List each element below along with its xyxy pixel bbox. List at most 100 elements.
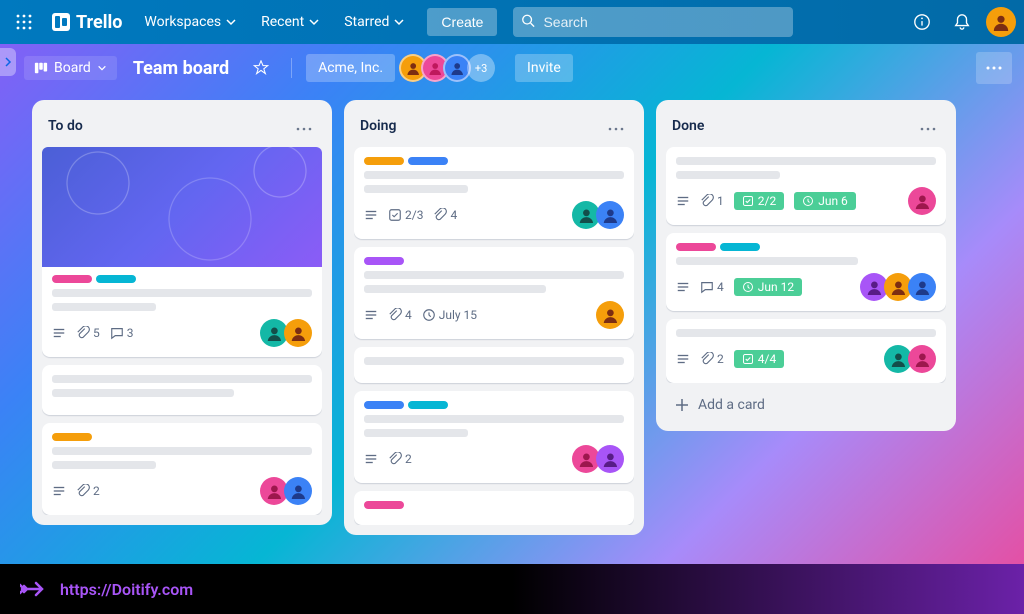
card-member-avatar[interactable] [908, 273, 936, 301]
attachment-badge: 5 [76, 326, 100, 340]
attachment-badge: 4 [388, 308, 412, 322]
description-icon [364, 452, 378, 466]
due-date-complete-badge: Jun 6 [794, 192, 856, 210]
board-view-switcher[interactable]: Board [24, 56, 117, 80]
card-label-cyan[interactable] [96, 275, 136, 283]
create-button[interactable]: Create [427, 8, 497, 36]
list-menu-button[interactable] [292, 112, 316, 139]
list-title[interactable]: Doing [360, 118, 396, 134]
plus-icon [674, 397, 690, 413]
card[interactable]: 2 [354, 391, 634, 483]
attachment-badge: 2 [700, 352, 724, 366]
card[interactable] [354, 491, 634, 525]
nav-starred[interactable]: Starred [334, 8, 415, 36]
search-icon [521, 13, 535, 32]
footer-url: https://Doitify.com [60, 580, 193, 599]
list-menu-button[interactable] [604, 112, 628, 139]
invite-button[interactable]: Invite [515, 54, 573, 82]
card-member-avatar[interactable] [284, 319, 312, 347]
board-header: Board Team board Acme, Inc. +3 Invite [0, 44, 1024, 92]
attachment-badge: 4 [433, 208, 457, 222]
card[interactable]: 2 [42, 423, 322, 515]
chevron-down-icon [225, 16, 237, 28]
chevron-down-icon [393, 16, 405, 28]
card-label-cyan[interactable] [720, 243, 760, 251]
card[interactable]: 4 Jun 12 [666, 233, 946, 311]
description-icon [676, 352, 690, 366]
board-view-label: Board [54, 60, 91, 76]
board-canvas: To do 5 3 [0, 92, 1024, 564]
card[interactable]: 2/3 4 [354, 147, 634, 239]
due-date-badge: July 15 [422, 308, 477, 322]
card-label-pink[interactable] [52, 275, 92, 283]
card-label-yellow[interactable] [364, 157, 404, 165]
workspace-button[interactable]: Acme, Inc. [306, 54, 395, 82]
card[interactable]: 4 July 15 [354, 247, 634, 339]
notifications-icon[interactable] [946, 6, 978, 38]
list-menu-button[interactable] [916, 112, 940, 139]
star-board-button[interactable] [245, 52, 277, 84]
card-label-pink[interactable] [676, 243, 716, 251]
card[interactable]: 1 2/2 Jun 6 [666, 147, 946, 225]
list-todo: To do 5 3 [32, 100, 332, 525]
description-icon [676, 194, 690, 208]
attachment-badge: 1 [700, 194, 724, 208]
card-cover [42, 147, 322, 267]
board-title[interactable]: Team board [127, 58, 235, 79]
card-member-avatar[interactable] [596, 445, 624, 473]
nav-workspaces[interactable]: Workspaces [134, 8, 247, 36]
board-menu-button[interactable] [976, 52, 1012, 84]
card-member-avatar[interactable] [908, 187, 936, 215]
nav-workspaces-label: Workspaces [144, 14, 221, 30]
more-members-count[interactable]: +3 [467, 54, 495, 82]
card-member-avatar[interactable] [596, 201, 624, 229]
attachment-badge: 2 [76, 484, 100, 498]
trello-logo-icon [52, 13, 70, 31]
description-icon [364, 208, 378, 222]
footer-arrow-icon [20, 579, 48, 599]
checklist-complete-badge: 4/4 [734, 350, 784, 368]
card-label-cyan[interactable] [408, 401, 448, 409]
nav-recent[interactable]: Recent [251, 8, 330, 36]
card[interactable] [42, 365, 322, 415]
card[interactable]: 2 4/4 [666, 319, 946, 383]
chevron-down-icon [308, 16, 320, 28]
card-member-avatar[interactable] [908, 345, 936, 373]
card-label-pink[interactable] [364, 501, 404, 509]
due-date-complete-badge: Jun 12 [734, 278, 802, 296]
comments-badge: 4 [700, 280, 724, 294]
description-icon [364, 308, 378, 322]
card[interactable] [354, 347, 634, 383]
description-icon [52, 484, 66, 498]
card-label-blue[interactable] [364, 401, 404, 409]
list-doing: Doing 2/3 4 [344, 100, 644, 535]
add-card-label: Add a card [698, 397, 765, 413]
board-icon [34, 61, 48, 75]
list-done: Done 1 2/2 Jun 6 [656, 100, 956, 431]
info-icon[interactable] [906, 6, 938, 38]
chevron-down-icon [97, 63, 107, 73]
global-header: Trello Workspaces Recent Starred Create [0, 0, 1024, 44]
description-icon [676, 280, 690, 294]
divider [291, 58, 292, 78]
board-members[interactable]: +3 [405, 54, 495, 82]
trello-logo[interactable]: Trello [44, 12, 130, 33]
nav-recent-label: Recent [261, 14, 304, 30]
card-member-avatar[interactable] [596, 301, 624, 329]
card-label-blue[interactable] [408, 157, 448, 165]
expand-sidebar-button[interactable] [0, 48, 16, 76]
checklist-badge: 2/3 [388, 208, 423, 222]
card-label-purple[interactable] [364, 257, 404, 265]
card-label-yellow[interactable] [52, 433, 92, 441]
search-input[interactable] [513, 7, 793, 37]
card[interactable]: 5 3 [42, 147, 322, 357]
list-title[interactable]: Done [672, 118, 704, 134]
list-title[interactable]: To do [48, 118, 83, 134]
add-card-button[interactable]: Add a card [666, 389, 946, 421]
user-avatar[interactable] [986, 7, 1016, 37]
card-member-avatar[interactable] [284, 477, 312, 505]
apps-switcher-icon[interactable] [8, 6, 40, 38]
attachment-badge: 2 [388, 452, 412, 466]
watermark-footer: https://Doitify.com [0, 564, 1024, 614]
nav-starred-label: Starred [344, 14, 389, 30]
